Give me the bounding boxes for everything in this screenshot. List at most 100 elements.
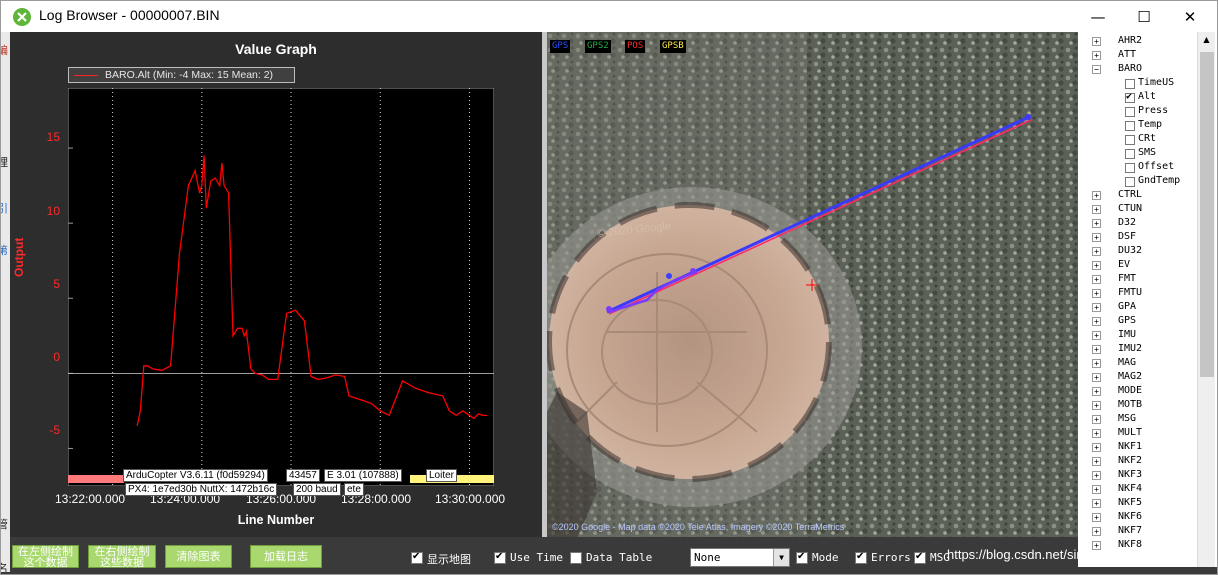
expand-icon[interactable]: + [1092, 471, 1101, 480]
load-log-button[interactable]: 加载日志 [250, 545, 322, 568]
tree-label: GPS [1118, 315, 1137, 326]
expand-icon[interactable]: + [1092, 513, 1101, 522]
map-tag-label: GPSB [662, 41, 684, 51]
button-label: 在右侧绘制 这些数据 [94, 544, 150, 569]
maximize-button[interactable]: ☐ [1121, 1, 1167, 32]
clear-graph-button[interactable]: 清除图表 [165, 545, 232, 568]
expand-icon[interactable]: + [1092, 373, 1101, 382]
expand-icon[interactable]: + [1092, 317, 1101, 326]
tree-label: NKF2 [1118, 455, 1143, 466]
scroll-up-icon[interactable]: ▲ [1200, 35, 1213, 49]
expand-icon[interactable]: + [1092, 527, 1101, 536]
map-tag-label: GPS [552, 41, 569, 51]
expand-icon[interactable]: + [1092, 303, 1101, 312]
field-checkbox[interactable] [1125, 177, 1135, 187]
log-browser-window: Log Browser - 00000007.BIN — ☐ ✕ 编 理 引 第… [0, 0, 1218, 575]
tree-label: EV [1118, 259, 1131, 270]
value-graph-panel[interactable]: Value Graph BARO.Alt (Min: -4 Max: 15 Me… [10, 32, 542, 537]
chevron-down-icon[interactable]: ▼ [773, 549, 789, 566]
plot-right-button[interactable]: 在右侧绘制 这些数据 [88, 545, 156, 568]
x-tick-label: 13:22:00.000 [55, 492, 126, 506]
show-map-checkbox[interactable] [411, 551, 423, 564]
expand-icon[interactable]: + [1092, 275, 1101, 284]
field-checkbox[interactable] [1125, 121, 1135, 131]
blog-watermark: https://blog.csdn.net/sinat_166432 [947, 547, 1146, 562]
expand-icon[interactable]: + [1092, 359, 1101, 368]
plot-left-button[interactable]: 在左侧绘制 这个数据 [12, 545, 79, 568]
expand-icon[interactable]: + [1092, 485, 1101, 494]
expand-icon[interactable]: + [1092, 429, 1101, 438]
mode-band [68, 475, 124, 483]
expand-icon[interactable]: + [1092, 331, 1101, 340]
expand-icon[interactable]: + [1092, 233, 1101, 242]
mode-checkbox[interactable] [796, 551, 808, 564]
expand-icon[interactable]: + [1092, 247, 1101, 256]
message-tree[interactable]: + AHR2 + ATT − BARO TimeUS ✔ Alt Press Temp CRt SMS O… [1078, 32, 1217, 567]
errors-checkbox[interactable] [855, 551, 867, 564]
tree-label: MAG2 [1118, 371, 1143, 382]
baud-annotation: 200 baud [293, 483, 341, 496]
expand-icon[interactable]: + [1092, 289, 1101, 298]
collapse-icon[interactable]: − [1092, 65, 1101, 74]
expand-icon[interactable]: + [1092, 457, 1101, 466]
field-checkbox[interactable] [1125, 163, 1135, 173]
mode-label: Mode [812, 551, 839, 564]
scroll-thumb[interactable] [1200, 52, 1214, 377]
expand-icon[interactable]: + [1092, 37, 1101, 46]
tree-scrollbar[interactable]: ▲ [1197, 32, 1215, 567]
x-tick-label: 13:30:00.000 [435, 492, 506, 506]
use-time-checkbox[interactable] [494, 551, 506, 564]
field-checkbox[interactable] [1125, 107, 1135, 117]
tree-label: Alt [1138, 91, 1157, 102]
strip-char: 第 [1, 244, 8, 257]
tree-label: GPA [1118, 301, 1137, 312]
field-checkbox[interactable] [1125, 135, 1135, 145]
data-table-checkbox[interactable] [570, 552, 582, 564]
error-annotation: E 3.01 (107888) [324, 469, 402, 482]
mode-select[interactable]: None ▼ [690, 548, 790, 567]
tree-label: IMU2 [1118, 343, 1143, 354]
tree-label: BARO [1118, 63, 1143, 74]
field-checkbox[interactable] [1125, 149, 1135, 159]
tree-label: TimeUS [1138, 77, 1175, 88]
y-tick-label: 5 [53, 277, 60, 291]
mode-annotation: Loiter [426, 469, 458, 482]
close-button[interactable]: ✕ [1167, 1, 1213, 32]
map-tag-gps: GPS [550, 40, 571, 53]
expand-icon[interactable]: + [1092, 51, 1101, 60]
background-app-strip: 编 理 引 第 管 名 [1, 32, 10, 572]
event-annotation: 43457 [286, 469, 320, 482]
expand-icon[interactable]: + [1092, 191, 1101, 200]
tree-label: SMS [1138, 147, 1157, 158]
tree-label: CTUN [1118, 203, 1143, 214]
strip-char: 名 [1, 562, 8, 572]
field-checkbox[interactable] [1125, 79, 1135, 89]
expand-icon[interactable]: + [1092, 387, 1101, 396]
map-tag-pos: POS [625, 40, 646, 53]
tree-label: NKF3 [1118, 469, 1143, 480]
expand-icon[interactable]: + [1092, 205, 1101, 214]
expand-icon[interactable]: + [1092, 499, 1101, 508]
tree-label: CTRL [1118, 189, 1143, 200]
tree-label: IMU [1118, 329, 1137, 340]
msg-checkbox[interactable] [914, 551, 926, 564]
x-axis-label: Line Number [237, 513, 315, 527]
legend-swatch [74, 75, 98, 76]
expand-icon[interactable]: + [1092, 219, 1101, 228]
plot-background [68, 88, 494, 486]
expand-icon[interactable]: + [1092, 345, 1101, 354]
expand-icon[interactable]: + [1092, 401, 1101, 410]
expand-icon[interactable]: + [1092, 261, 1101, 270]
plot-area[interactable] [68, 88, 494, 486]
tree-label: NKF1 [1118, 441, 1143, 452]
expand-icon[interactable]: + [1092, 415, 1101, 424]
field-checkbox[interactable]: ✔ [1125, 91, 1135, 103]
map-tag-gpsb: GPSB [660, 40, 686, 53]
tree-label: NKF4 [1118, 483, 1143, 494]
map-view[interactable]: GPS GPS2 POS GPSB © 2020 Google ©2020 Go… [547, 32, 1078, 538]
expand-icon[interactable]: + [1092, 443, 1101, 452]
tree-label: Press [1138, 105, 1169, 116]
window-title: Log Browser - 00000007.BIN [39, 7, 220, 23]
show-map-label: 显示地图 [427, 553, 471, 566]
minimize-button[interactable]: — [1075, 1, 1121, 32]
